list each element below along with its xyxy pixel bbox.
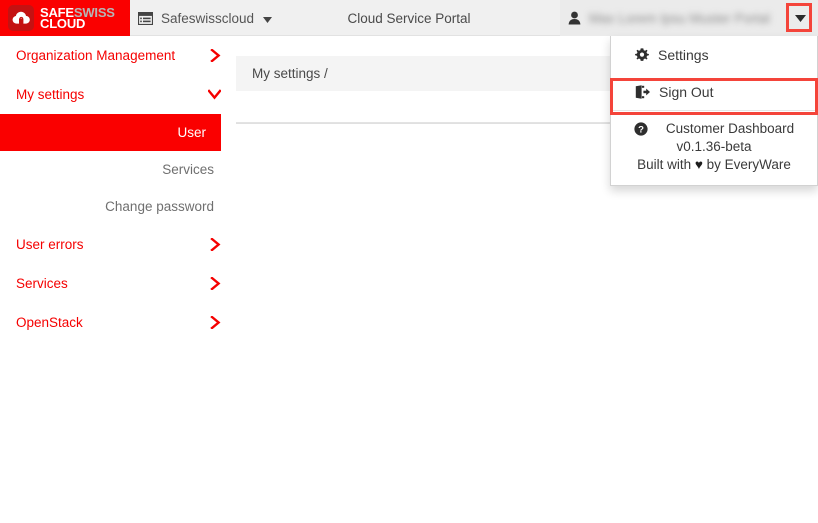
dashboard-info: ? Customer Dashboard v0.1.36-beta Built … <box>611 111 817 185</box>
gear-icon <box>635 47 649 62</box>
chevron-down-icon <box>208 89 221 100</box>
dashboard-info-product-row: ? Customer Dashboard <box>621 120 807 138</box>
sidebar-item-label: OpenStack <box>16 315 83 330</box>
menu-item-label: Settings <box>658 46 709 63</box>
top-bar: SAFESWISS CLOUD Safeswisscloud Cloud Ser… <box>0 0 818 36</box>
sidebar-item-user-errors[interactable]: User errors <box>0 225 230 264</box>
sidebar-item-user[interactable]: User <box>0 114 221 151</box>
user-menu-area: Max Lorem Ipsu Muster Portal <box>560 0 818 36</box>
sidebar-item-organization-management[interactable]: Organization Management <box>0 36 230 75</box>
sidebar-item-label: User errors <box>16 237 84 252</box>
th-list-icon <box>138 11 153 25</box>
menu-item-sign-out[interactable]: Sign Out <box>611 73 817 110</box>
user-dropdown-menu: Settings Sign Out ? Customer Dashboard v… <box>610 36 818 186</box>
sidebar: Organization Management My settings User… <box>0 36 230 523</box>
sidebar-item-label: User <box>177 125 206 140</box>
sidebar-item-services-sub[interactable]: Services <box>0 151 230 188</box>
sidebar-item-label: Services <box>16 276 68 291</box>
sign-out-icon <box>635 84 650 99</box>
sidebar-item-my-settings[interactable]: My settings <box>0 75 230 114</box>
chevron-right-icon <box>210 49 221 62</box>
brand-logo[interactable]: SAFESWISS CLOUD <box>0 0 130 36</box>
menu-item-settings[interactable]: Settings <box>611 36 817 73</box>
app-root: SAFESWISS CLOUD Safeswisscloud Cloud Ser… <box>0 0 818 523</box>
heart-icon: ♥ <box>694 157 703 172</box>
user-menu-toggle[interactable] <box>790 8 810 28</box>
question-circle-icon: ? <box>634 122 648 136</box>
sidebar-item-services[interactable]: Services <box>0 264 230 303</box>
brand-logo-text: SAFESWISS CLOUD <box>40 6 115 30</box>
breadcrumb-text: My settings / <box>252 66 328 81</box>
chevron-right-icon <box>210 277 221 290</box>
dashboard-credit-line: Built with ♥ by EveryWare <box>621 156 807 174</box>
chevron-right-icon <box>210 238 221 251</box>
org-switcher[interactable]: Safeswisscloud <box>138 0 273 36</box>
menu-item-label: Sign Out <box>659 83 714 100</box>
svg-text:?: ? <box>638 125 644 136</box>
cloud-lock-icon <box>8 5 34 31</box>
credit-suffix: by EveryWare <box>706 157 791 172</box>
chevron-down-icon <box>263 11 273 26</box>
sidebar-item-label: Change password <box>105 199 214 214</box>
dashboard-version-label: v0.1.36-beta <box>676 139 752 154</box>
chevron-right-icon <box>210 316 221 329</box>
sidebar-item-label: Organization Management <box>16 48 176 63</box>
sidebar-item-openstack[interactable]: OpenStack <box>0 303 230 342</box>
dashboard-product-label: Customer Dashboard <box>665 121 795 136</box>
sidebar-item-change-password[interactable]: Change password <box>0 188 230 225</box>
user-icon <box>568 11 581 25</box>
sidebar-item-label: Services <box>162 162 214 177</box>
sidebar-item-label: My settings <box>16 87 85 102</box>
user-name-label: Max Lorem Ipsu Muster Portal <box>589 10 770 26</box>
credit-prefix: Built with <box>637 157 692 172</box>
org-switcher-label: Safeswisscloud <box>161 10 255 26</box>
